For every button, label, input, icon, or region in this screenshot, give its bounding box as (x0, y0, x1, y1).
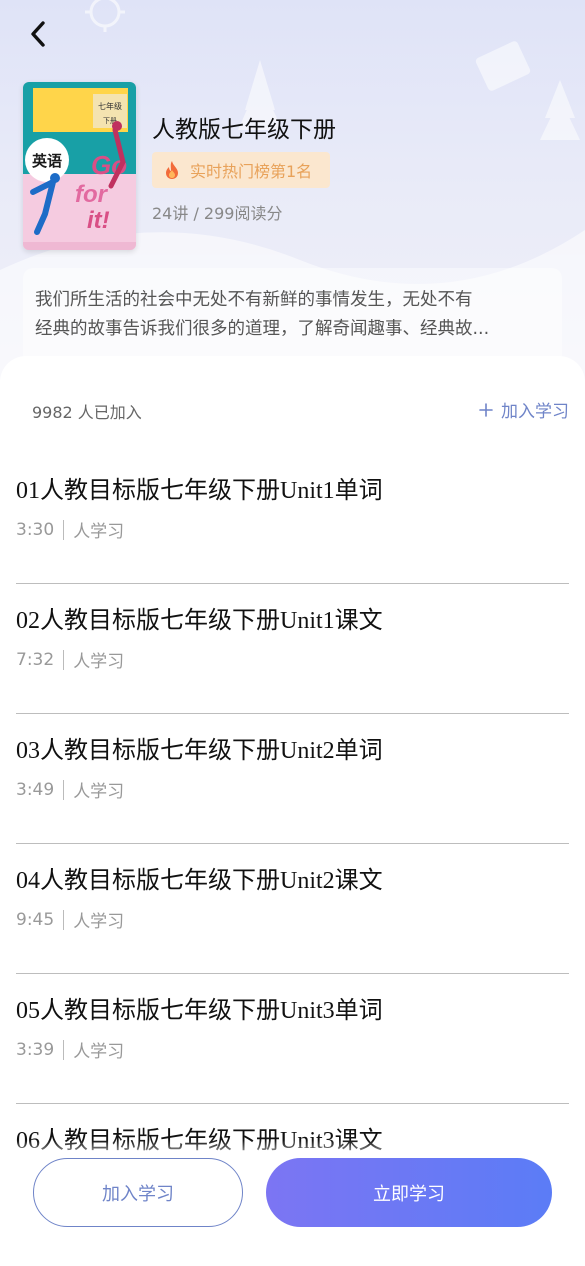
cover-subject: 英语 (32, 152, 62, 170)
back-button[interactable] (20, 16, 56, 52)
rank-text: 实时热门榜第1名 (190, 162, 313, 181)
book-meta: 24讲 / 299阅读分 (152, 204, 283, 223)
lesson-learners: 人学习 (73, 522, 125, 542)
lesson-duration: 7:32 (16, 649, 55, 670)
lesson-duration: 3:39 (16, 1039, 55, 1060)
join-study-label: 加入学习 (501, 402, 569, 422)
lesson-learners: 人学习 (73, 1042, 125, 1062)
description-line: 我们所生活的社会中无处不有新鲜的事情发生，无处不有 (35, 290, 473, 310)
lesson-panel: 9982 人已加入 加入学习 01人教目标版七年级下册Unit1单词 3:30 … (0, 356, 585, 1266)
lesson-duration: 3:30 (16, 519, 55, 540)
lesson-item[interactable]: 04人教目标版七年级下册Unit2课文 9:45 人学习 (16, 844, 569, 974)
lesson-item[interactable]: 03人教目标版七年级下册Unit2单词 3:49 人学习 (16, 714, 569, 844)
lesson-title: 01人教目标版七年级下册Unit1单词 (16, 478, 383, 504)
lesson-duration: 3:49 (16, 779, 55, 800)
lesson-meta: 3:30 人学习 (16, 517, 124, 542)
meta-divider (63, 1039, 65, 1060)
bottom-action-bar: 加入学习 立即学习 (0, 1140, 585, 1266)
joined-count: 9982 人已加入 (32, 403, 142, 422)
lesson-list: 01人教目标版七年级下册Unit1单词 3:30 人学习 02人教目标版七年级下… (16, 454, 569, 1234)
description-card: 我们所生活的社会中无处不有新鲜的事情发生，无处不有 经典的故事告诉我们很多的道理… (23, 268, 562, 368)
meta-divider (63, 779, 65, 800)
lesson-learners: 人学习 (73, 782, 125, 802)
chevron-left-icon (31, 21, 45, 47)
lesson-learners: 人学习 (73, 912, 125, 932)
cover-text-3: it! (87, 207, 110, 234)
lesson-meta: 3:49 人学习 (16, 777, 124, 802)
meta-divider (63, 519, 65, 540)
join-study-button[interactable]: 加入学习 (33, 1158, 243, 1227)
rank-badge: 实时热门榜第1名 (152, 152, 330, 188)
lesson-item[interactable]: 02人教目标版七年级下册Unit1课文 7:32 人学习 (16, 584, 569, 714)
lesson-learners: 人学习 (73, 652, 125, 672)
start-study-button[interactable]: 立即学习 (266, 1158, 552, 1227)
description-line: 经典的故事告诉我们很多的道理，了解奇闻趣事、经典故... (35, 319, 490, 339)
plus-icon (479, 402, 493, 417)
lesson-title: 05人教目标版七年级下册Unit3单词 (16, 998, 383, 1024)
lesson-item[interactable]: 01人教目标版七年级下册Unit1单词 3:30 人学习 (16, 454, 569, 584)
lesson-title: 04人教目标版七年级下册Unit2课文 (16, 868, 383, 894)
book-cover: 七年级 下册 英语 Go for it! (23, 82, 136, 250)
meta-divider (63, 909, 65, 930)
lesson-title: 02人教目标版七年级下册Unit1课文 (16, 608, 383, 634)
join-study-link[interactable]: 加入学习 (479, 397, 569, 422)
lesson-duration: 9:45 (16, 909, 55, 930)
meta-divider (63, 649, 65, 670)
lesson-meta: 9:45 人学习 (16, 907, 124, 932)
lesson-meta: 3:39 人学习 (16, 1037, 124, 1062)
cover-text-2: for (75, 181, 109, 208)
lesson-item[interactable]: 05人教目标版七年级下册Unit3单词 3:39 人学习 (16, 974, 569, 1104)
cover-grade: 七年级 (98, 101, 122, 111)
lesson-meta: 7:32 人学习 (16, 647, 124, 672)
lesson-title: 03人教目标版七年级下册Unit2单词 (16, 738, 383, 764)
flame-icon (166, 161, 178, 179)
book-title: 人教版七年级下册 (152, 117, 336, 143)
